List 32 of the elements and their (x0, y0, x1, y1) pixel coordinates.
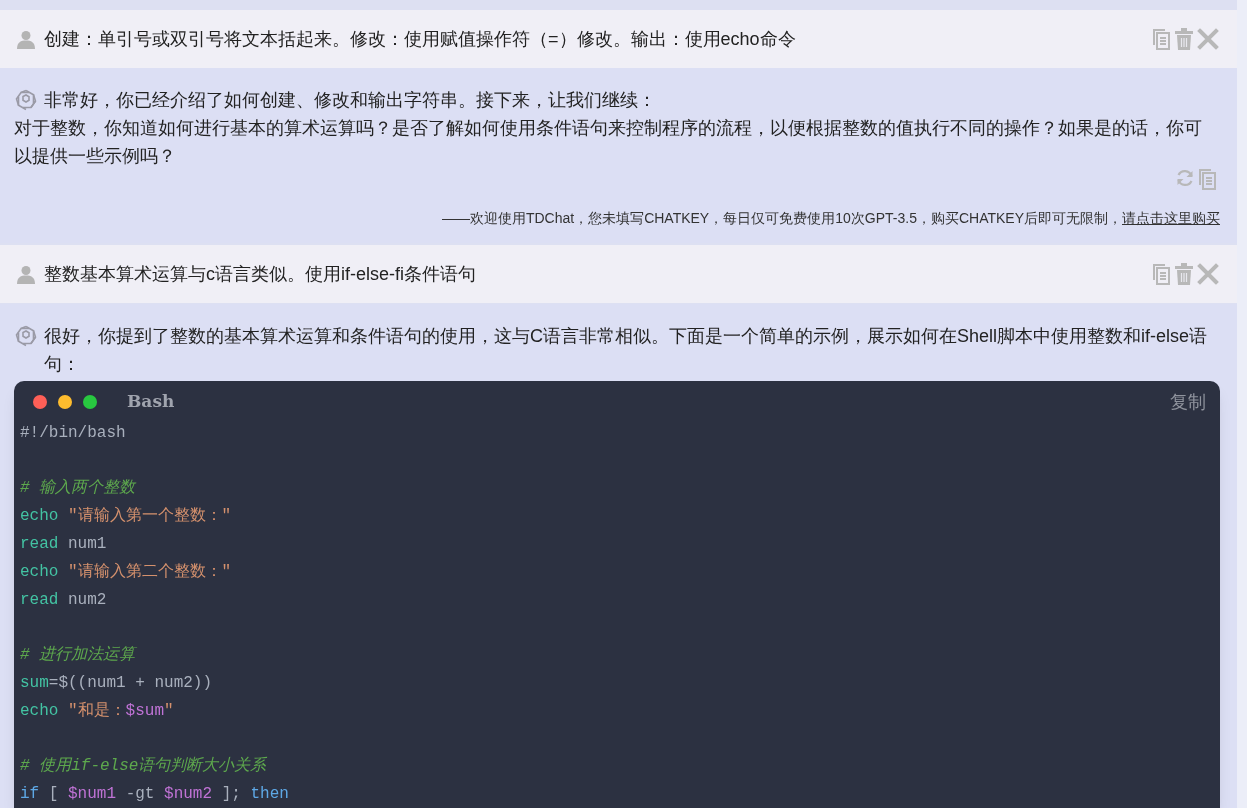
code-line: echo "请输入第一个整数：" (20, 506, 233, 527)
code-line: if [ $num1 -gt $num2 ]; then (20, 784, 290, 805)
copy-icon[interactable] (1197, 168, 1217, 190)
code-line: # 使用if-else语句判断大小关系 (20, 755, 268, 777)
openai-logo-icon (14, 324, 38, 348)
close-icon[interactable] (1197, 263, 1219, 285)
code-line: #!/bin/bash (20, 423, 127, 444)
copy-icon[interactable] (1151, 28, 1171, 50)
close-icon[interactable] (1197, 28, 1219, 50)
copy-button[interactable]: 复制 (1170, 388, 1206, 416)
code-line: read num1 (20, 534, 108, 555)
buy-link[interactable]: 请点击这里购买 (1122, 208, 1220, 229)
openai-logo-icon (14, 88, 38, 112)
trash-icon[interactable] (1174, 28, 1194, 50)
code-line: # 输入两个整数 (20, 478, 137, 499)
refresh-icon[interactable] (1175, 168, 1195, 188)
user-icon (16, 264, 36, 284)
copy-icon[interactable] (1151, 263, 1171, 285)
code-line: echo "和是：$sum" (20, 701, 175, 722)
message-text: 对于整数，你知道如何进行基本的算术运算吗？是否了解如何使用条件语句来控制程序的流程，以便根据整数的值执行不同的操作？如果是的话，你可以提供一些示例吗？ (14, 117, 1203, 168)
user-icon (16, 29, 36, 49)
message-text: 非常好，你已经介绍了如何创建、修改和输出字符串。接下来，让我们继续： (44, 89, 656, 112)
trash-icon[interactable] (1174, 263, 1194, 285)
footer-notice: ——欢迎使用TDChat，您未填写CHATKEY，每日仅可免费使用10次GPT-3.5，购买CHATKEY后即可无限制， (441, 209, 1122, 228)
message-text: 整数基本算术运算与c语言类似。使用if-else-fi条件语句 (44, 262, 477, 286)
code-line: sum=$((num1 + num2)) (20, 673, 214, 694)
language-label: Bash (127, 390, 176, 414)
message-text: 创建：单引号或双引号将文本括起来。修改：使用赋值操作符（=）修改。输出：使用echo命令 (44, 27, 797, 51)
code-line: echo "请输入第二个整数：" (20, 562, 233, 583)
code-line: read num2 (20, 590, 108, 611)
message-text: 很好，你提到了整数的基本算术运算和条件语句的使用，这与C语言非常相似。下面是一个简单的示例，展示如何在Shell脚本中使用整数和if-else语句： (44, 325, 1209, 376)
code-line: # 进行加法运算 (20, 645, 138, 666)
